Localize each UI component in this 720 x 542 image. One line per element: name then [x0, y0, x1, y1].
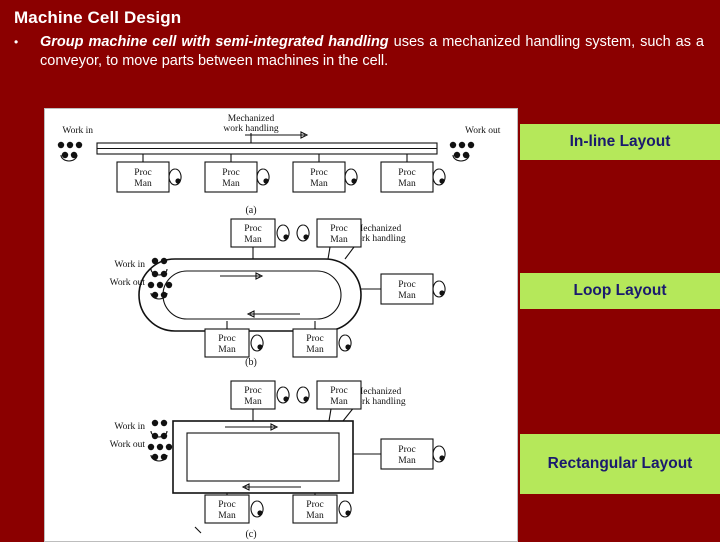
svg-text:Proc: Proc: [222, 168, 239, 178]
svg-text:Proc: Proc: [398, 280, 415, 290]
svg-text:Mechanized: Mechanized: [355, 224, 402, 234]
svg-text:Proc: Proc: [330, 386, 347, 396]
svg-text:Man: Man: [310, 179, 328, 189]
bullet-marker: •: [14, 35, 19, 49]
svg-text:Proc: Proc: [218, 500, 235, 510]
svg-text:Man: Man: [398, 179, 416, 189]
diagram-b: Mechanized work handling Proc Man Proc M…: [110, 218, 446, 368]
svg-text:Man: Man: [398, 456, 416, 466]
svg-text:Man: Man: [218, 511, 236, 521]
svg-text:(b): (b): [245, 357, 257, 368]
svg-text:Mechanized: Mechanized: [228, 114, 275, 124]
svg-text:(c): (c): [245, 529, 256, 540]
diagram-c: Mechanized work handling Proc Man Proc M…: [110, 380, 446, 540]
figure-panel: .ln { stroke:#111; stroke-width:1.1; fil…: [44, 108, 518, 542]
svg-text:Man: Man: [134, 179, 152, 189]
svg-text:Man: Man: [222, 179, 240, 189]
svg-text:Work out: Work out: [110, 278, 146, 288]
svg-text:Work in: Work in: [114, 422, 145, 432]
callout-rectangular-layout: Rectangular Layout: [520, 434, 720, 494]
svg-text:Man: Man: [330, 397, 348, 407]
svg-text:Work out: Work out: [110, 440, 146, 450]
svg-text:Man: Man: [306, 345, 324, 355]
svg-text:Work out: Work out: [465, 126, 501, 136]
diagram-a: Mechanized work handling Work in Work ou…: [57, 114, 501, 216]
svg-text:Man: Man: [244, 397, 262, 407]
svg-text:Proc: Proc: [398, 445, 415, 455]
svg-text:Proc: Proc: [218, 334, 235, 344]
svg-text:work handling: work handling: [223, 124, 278, 134]
svg-text:Proc: Proc: [134, 168, 151, 178]
svg-text:Proc: Proc: [244, 386, 261, 396]
svg-text:Work in: Work in: [114, 260, 145, 270]
svg-text:Proc: Proc: [310, 168, 327, 178]
slide: Machine Cell Design • Group machine cell…: [0, 0, 720, 542]
bullet-text: Group machine cell with semi-integrated …: [40, 33, 704, 71]
svg-text:Proc: Proc: [306, 334, 323, 344]
bullet-item: • Group machine cell with semi-integrate…: [14, 33, 704, 71]
svg-text:Man: Man: [330, 235, 348, 245]
svg-text:Proc: Proc: [398, 168, 415, 178]
svg-text:(a): (a): [245, 205, 256, 216]
svg-text:Proc: Proc: [244, 224, 261, 234]
svg-text:Mechanized: Mechanized: [355, 387, 402, 397]
svg-text:Man: Man: [244, 235, 262, 245]
svg-text:Man: Man: [218, 345, 236, 355]
svg-text:Man: Man: [306, 511, 324, 521]
bullet-emphasis: Group machine cell with semi-integrated …: [40, 34, 389, 50]
callout-in-line-layout: In-line Layout: [520, 124, 720, 160]
svg-text:Proc: Proc: [306, 500, 323, 510]
svg-text:Man: Man: [398, 291, 416, 301]
callout-loop-layout: Loop Layout: [520, 273, 720, 309]
svg-text:Proc: Proc: [330, 224, 347, 234]
machine-cell-layout-figure: .ln { stroke:#111; stroke-width:1.1; fil…: [57, 114, 501, 540]
page-title: Machine Cell Design: [14, 8, 182, 27]
svg-text:Work in: Work in: [62, 126, 93, 136]
